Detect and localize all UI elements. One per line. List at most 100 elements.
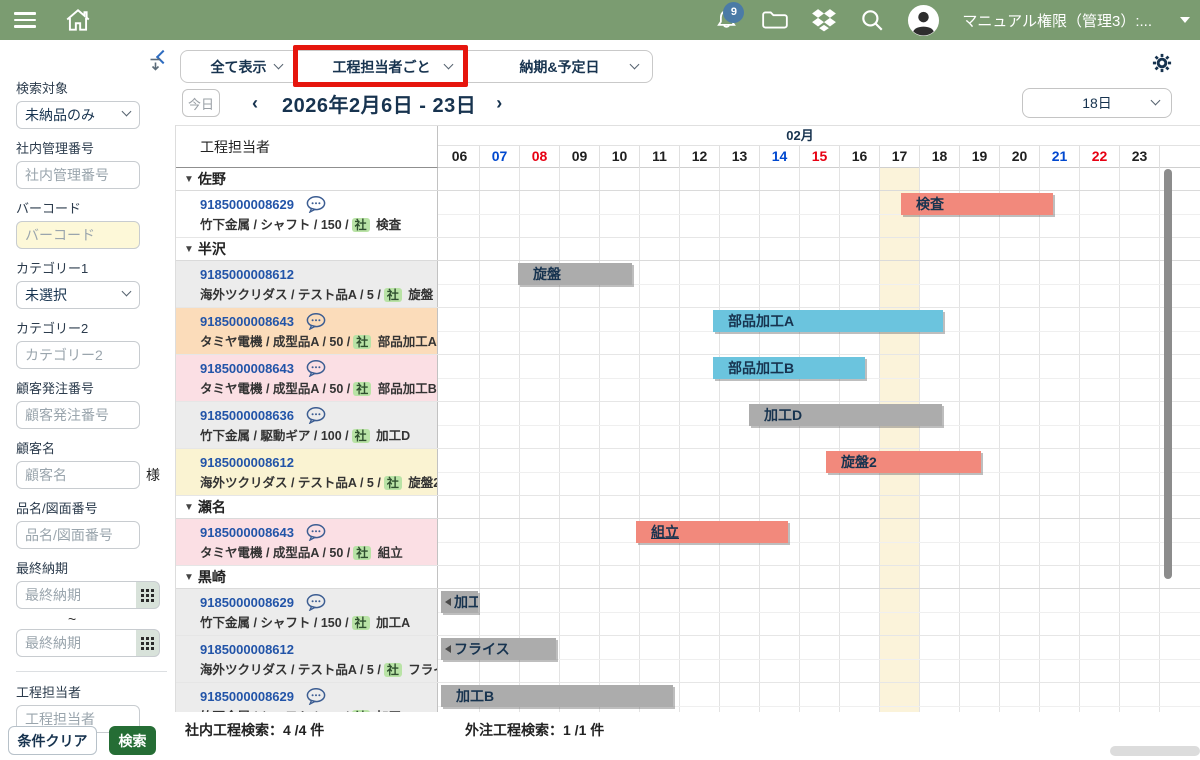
view-mode-control: 全て表示 工程担当者ごと 納期&予定日 bbox=[180, 50, 653, 83]
day-header: 08 bbox=[520, 146, 560, 168]
gear-icon[interactable] bbox=[1152, 53, 1172, 78]
folder-icon[interactable] bbox=[761, 8, 789, 32]
final-due-date-from-input[interactable] bbox=[16, 581, 140, 609]
order-cell: 9185000008643タミヤ電機 / 成型品A / 50 /社 部品加工B bbox=[176, 355, 438, 401]
calendar-icon[interactable] bbox=[136, 581, 160, 609]
order-row-line2: 海外ツクリダス / テスト品A / 5 /社 フライス bbox=[200, 659, 437, 678]
gantt-cell: 加工B bbox=[438, 683, 1200, 712]
order-number-link[interactable]: 9185000008612 bbox=[200, 642, 294, 657]
order-row-line2: 竹下金属 / シャフト / 150 /社 加工B bbox=[200, 706, 437, 712]
internal-control-number-input[interactable] bbox=[16, 161, 140, 189]
day-header: 19 bbox=[960, 146, 1000, 168]
calendar-icon[interactable] bbox=[136, 629, 160, 657]
view-option-show-all[interactable]: 全て表示 bbox=[181, 51, 296, 82]
home-icon[interactable] bbox=[64, 7, 92, 33]
prev-period-icon[interactable]: ‹ bbox=[246, 93, 264, 114]
timescale-select[interactable]: 18日 bbox=[1022, 88, 1172, 118]
avatar[interactable] bbox=[907, 4, 940, 37]
order-detail: 海外ツクリダス / テスト品A / 5 / bbox=[200, 288, 381, 302]
employee-name: 瀬名 bbox=[198, 497, 226, 517]
comment-icon[interactable] bbox=[306, 313, 327, 330]
gantt-bar[interactable]: 加工B bbox=[441, 685, 673, 707]
gantt-bar[interactable]: 旋盤 bbox=[518, 263, 632, 285]
employee-group-cell[interactable]: ▼黒崎 bbox=[176, 566, 438, 588]
employee-group-row: ▼半沢 bbox=[176, 238, 1200, 261]
day-header: 17 bbox=[880, 146, 920, 168]
comment-icon[interactable] bbox=[306, 196, 327, 213]
process-name: 加工D bbox=[373, 429, 411, 443]
order-number-link[interactable]: 9185000008643 bbox=[200, 314, 294, 329]
view-option-due-date[interactable]: 納期&予定日 bbox=[466, 51, 652, 82]
list-column-header: 工程担当者 bbox=[176, 126, 438, 168]
order-number-link[interactable]: 9185000008643 bbox=[200, 361, 294, 376]
employee-name: 半沢 bbox=[198, 239, 226, 259]
field-label: 品名/図面番号 bbox=[16, 498, 175, 517]
schedule-row: 9185000008643タミヤ電機 / 成型品A / 50 /社 部品加工A部… bbox=[176, 308, 1200, 355]
day-header: 13 bbox=[720, 146, 760, 168]
comment-icon[interactable] bbox=[306, 360, 327, 377]
horizontal-scrollbar[interactable] bbox=[1110, 746, 1200, 756]
customer-order-number-input[interactable] bbox=[16, 401, 140, 429]
gantt-bar[interactable]: 加工D bbox=[749, 404, 942, 426]
day-header: 16 bbox=[840, 146, 880, 168]
app-window: 9 bbox=[0, 0, 1200, 760]
field-label: 顧客発注番号 bbox=[16, 378, 175, 397]
comment-icon[interactable] bbox=[306, 594, 327, 611]
item-drawing-number-input[interactable] bbox=[16, 521, 140, 549]
gantt-body: ▼佐野9185000008629竹下金属 / シャフト / 150 /社 検査検… bbox=[176, 168, 1200, 712]
order-number-link[interactable]: 9185000008612 bbox=[200, 455, 294, 470]
day-header: 12 bbox=[680, 146, 720, 168]
comment-icon[interactable] bbox=[306, 524, 327, 541]
gantt-bar[interactable]: フライス bbox=[441, 638, 556, 660]
order-number-link[interactable]: 9185000008636 bbox=[200, 408, 294, 423]
dropbox-icon[interactable] bbox=[811, 8, 837, 32]
day-header: 06 bbox=[440, 146, 480, 168]
gantt-bar[interactable]: 旋盤2 bbox=[826, 451, 981, 473]
search-icon[interactable] bbox=[859, 7, 885, 33]
order-number-link[interactable]: 9185000008643 bbox=[200, 525, 294, 540]
download-icon[interactable] bbox=[148, 57, 163, 77]
order-number-link[interactable]: 9185000008612 bbox=[200, 267, 294, 282]
category1-select[interactable]: 未選択 bbox=[16, 281, 140, 309]
vertical-scrollbar[interactable] bbox=[1164, 169, 1172, 579]
employee-group-cell[interactable]: ▼佐野 bbox=[176, 168, 438, 190]
order-number-link[interactable]: 9185000008629 bbox=[200, 689, 294, 704]
sidebar-divider bbox=[16, 671, 167, 672]
gantt-bar[interactable]: 部品加工B bbox=[713, 357, 865, 379]
notifications-bell-icon[interactable]: 9 bbox=[714, 8, 739, 33]
gantt-bar[interactable]: 部品加工A bbox=[713, 310, 943, 332]
bar-label: 組立 bbox=[636, 522, 679, 542]
barcode-input[interactable] bbox=[16, 221, 140, 249]
search-button[interactable]: 検索 bbox=[109, 726, 156, 755]
schedule-row: 9185000008636竹下金属 / 駆動ギア / 100 /社 加工D加工D bbox=[176, 402, 1200, 449]
field-label: 検索対象 bbox=[16, 78, 175, 97]
today-button[interactable]: 今日 bbox=[182, 89, 220, 117]
field-label: 最終納期 bbox=[16, 558, 175, 577]
menu-icon[interactable] bbox=[14, 8, 38, 31]
chevron-down-icon bbox=[122, 107, 132, 117]
gantt-bar[interactable]: 組立 bbox=[636, 521, 788, 543]
employee-group-cell[interactable]: ▼半沢 bbox=[176, 238, 438, 260]
employee-group-cell[interactable]: ▼瀬名 bbox=[176, 496, 438, 518]
user-role-label[interactable]: マニュアル権限（管理3）:... bbox=[962, 10, 1152, 31]
caret-down-icon[interactable] bbox=[1180, 17, 1190, 23]
clear-conditions-button[interactable]: 条件クリア bbox=[8, 726, 97, 755]
comment-icon[interactable] bbox=[306, 407, 327, 424]
process-name: 部品加工B bbox=[374, 382, 437, 396]
gantt-cell: フライス bbox=[438, 636, 1200, 682]
view-option-by-process-owner[interactable]: 工程担当者ごと bbox=[296, 51, 466, 82]
next-period-icon[interactable]: › bbox=[490, 93, 508, 114]
search-target-select[interactable]: 未納品のみ bbox=[16, 101, 140, 129]
day-header: 14 bbox=[760, 146, 800, 168]
category2-input[interactable] bbox=[16, 341, 140, 369]
order-number-link[interactable]: 9185000008629 bbox=[200, 197, 294, 212]
order-detail: タミヤ電機 / 成型品A / 50 / bbox=[200, 335, 350, 349]
gantt-bar[interactable]: 加工A bbox=[441, 591, 478, 613]
order-detail: 竹下金属 / シャフト / 150 / bbox=[200, 616, 349, 630]
gantt-bar[interactable]: 検査 bbox=[901, 193, 1053, 215]
order-number-link[interactable]: 9185000008629 bbox=[200, 595, 294, 610]
comment-icon[interactable] bbox=[306, 688, 327, 705]
internal-badge: 社 bbox=[352, 218, 370, 232]
final-due-date-to-input[interactable] bbox=[16, 629, 140, 657]
customer-name-input[interactable] bbox=[16, 461, 140, 489]
